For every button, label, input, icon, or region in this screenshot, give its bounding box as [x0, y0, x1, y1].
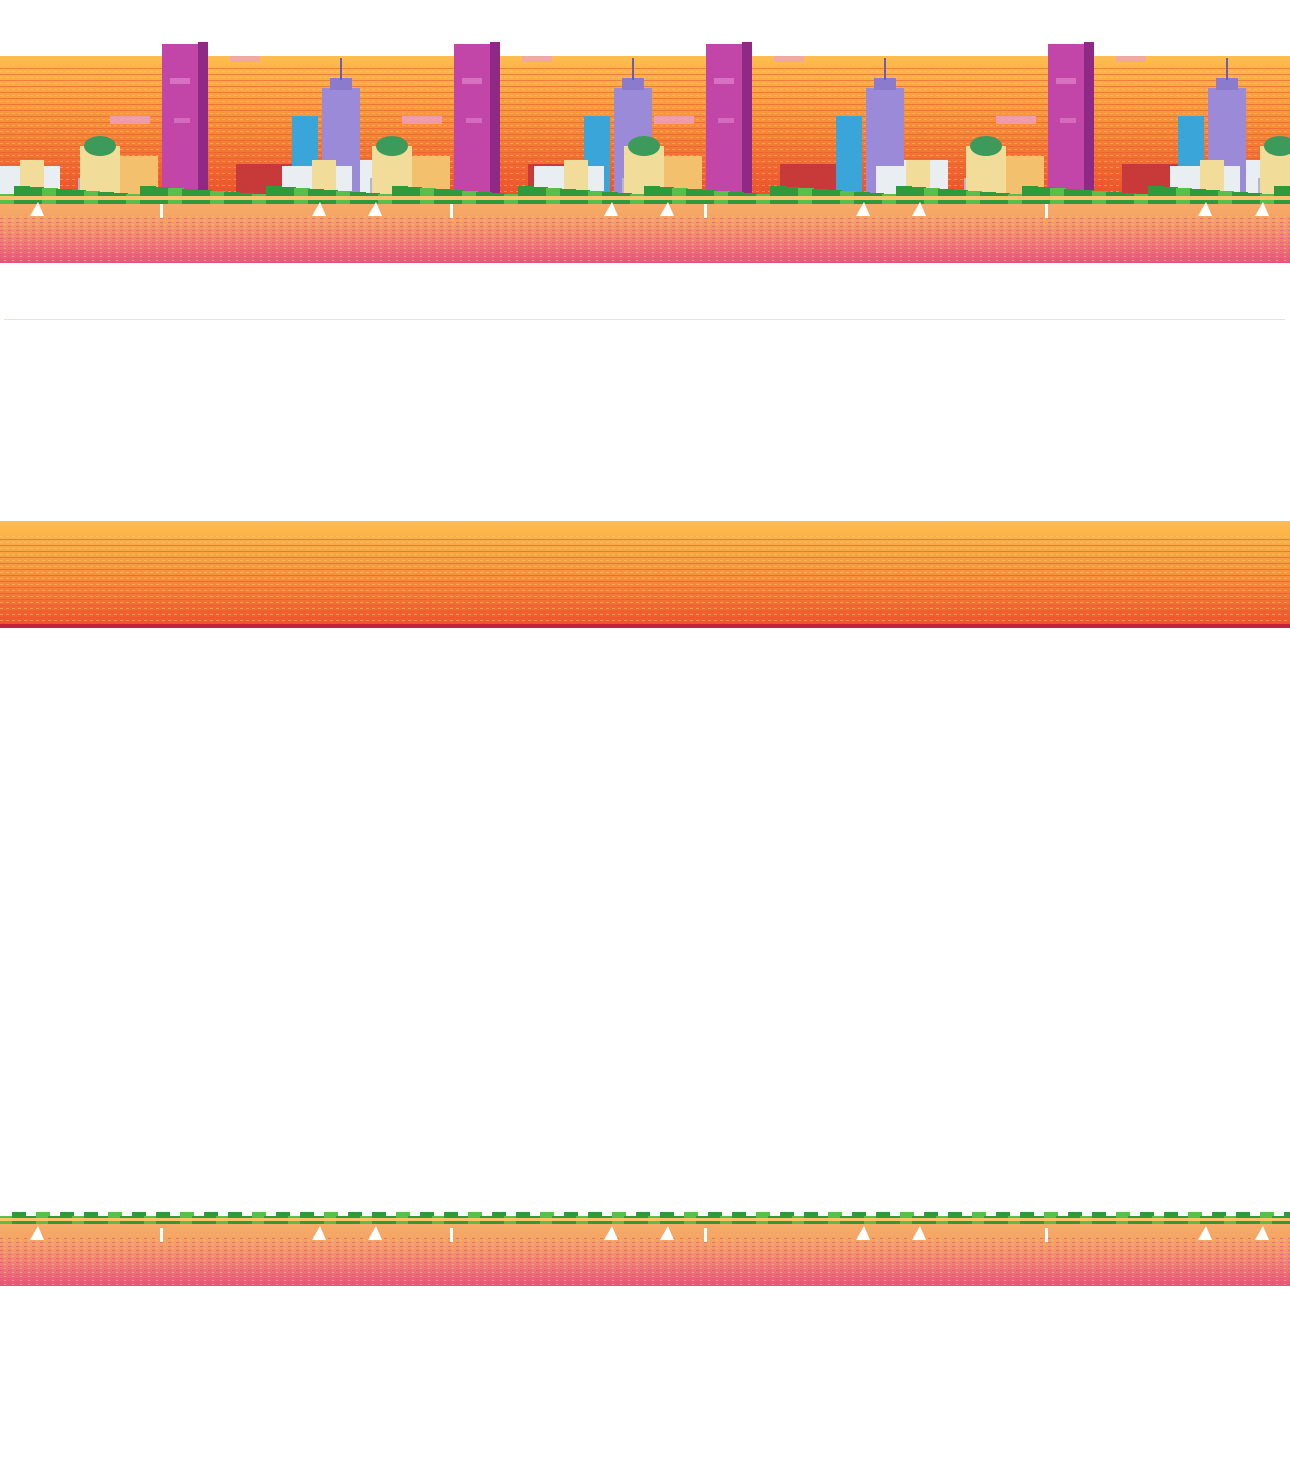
cloud: [230, 56, 260, 62]
divider-line: [4, 319, 1285, 320]
statehouse-dome: [628, 136, 660, 156]
antenna: [632, 58, 634, 80]
tower-highlight: [714, 78, 734, 84]
sky-gradient-svg: [0, 521, 1290, 628]
foliage-bush: [518, 186, 534, 204]
foliage-bush: [896, 186, 912, 204]
cloud: [522, 56, 552, 62]
riverbank-strip: [0, 1190, 1290, 1286]
sailboat-mast: [704, 1228, 707, 1242]
foliage-bush: [644, 186, 660, 204]
sailboat-mast: [450, 1228, 453, 1242]
shoreline: [0, 1218, 1290, 1221]
foliage-bush: [1274, 186, 1290, 204]
sky-gradient-strip: [0, 521, 1290, 628]
sailboat-mast: [450, 204, 453, 218]
antenna: [340, 58, 342, 80]
tower-highlight: [170, 78, 190, 84]
foliage-bush: [1022, 186, 1038, 204]
antenna: [884, 58, 886, 80]
tower-highlight: [462, 78, 482, 84]
tower-highlight: [1056, 78, 1076, 84]
cloud: [774, 56, 804, 62]
magenta-tower-edge: [1084, 42, 1094, 196]
foliage-bush: [1148, 186, 1164, 204]
sky-gradient-lines: [0, 535, 1290, 625]
foliage-bush: [154, 187, 170, 204]
tower-highlight: [466, 118, 482, 123]
river-texture: [0, 216, 1290, 263]
tower-highlight: [174, 118, 190, 123]
sky-gradient-edge: [0, 624, 1290, 628]
cloud: [654, 116, 694, 124]
foliage-bush: [392, 186, 408, 204]
shoreline: [0, 196, 1290, 200]
foliage-bush: [140, 186, 156, 204]
foliage-bush: [784, 187, 800, 204]
magenta-tower-edge: [490, 42, 500, 196]
tower-highlight: [1060, 118, 1076, 123]
cloud: [110, 116, 150, 124]
magenta-tower-edge: [198, 42, 208, 196]
statehouse-dome: [84, 136, 116, 156]
foliage-bush: [910, 187, 926, 204]
sailboat-mast: [704, 204, 707, 218]
sailboat-mast: [1045, 1228, 1048, 1242]
blue-tower: [836, 116, 862, 196]
foliage-bush: [1036, 187, 1052, 204]
foliage-bush: [532, 187, 548, 204]
foliage-bush: [28, 187, 44, 204]
foliage-bush: [266, 186, 282, 204]
cloud: [996, 116, 1036, 124]
skyline-strip: [0, 38, 1290, 263]
sailboat-mast: [160, 204, 163, 218]
skyline-svg: [0, 42, 1290, 263]
foliage-bush: [770, 186, 786, 204]
magenta-tower-edge: [742, 42, 752, 196]
sailboat-mast: [1045, 204, 1048, 218]
tower-highlight: [718, 118, 734, 123]
riverbank-svg: [0, 1212, 1290, 1286]
statehouse-dome: [970, 136, 1002, 156]
cloud: [1116, 56, 1146, 62]
statehouse-dome: [376, 136, 408, 156]
sailboat-mast: [160, 1228, 163, 1242]
cloud: [402, 116, 442, 124]
foliage-bush: [406, 187, 422, 204]
antenna: [1226, 58, 1228, 80]
river-texture-lower: [0, 1238, 1290, 1286]
foliage-bush: [1162, 187, 1178, 204]
foliage-bush: [280, 187, 296, 204]
foliage-bush: [658, 187, 674, 204]
foliage-bush: [14, 186, 30, 204]
